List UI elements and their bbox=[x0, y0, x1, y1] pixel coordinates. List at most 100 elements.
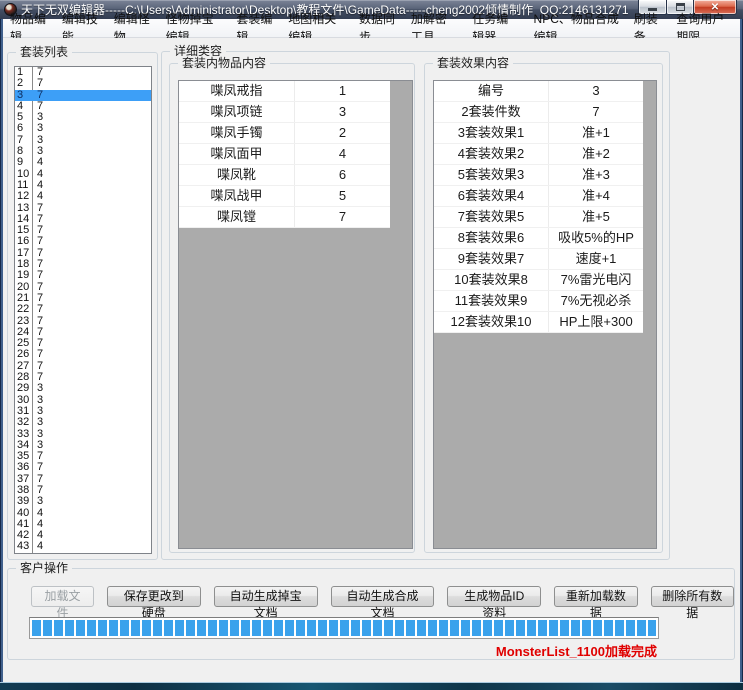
set-list-row[interactable]: 20 7 bbox=[15, 282, 151, 293]
set-list-row[interactable]: 34 3 bbox=[15, 440, 151, 451]
set-id: 2 bbox=[15, 78, 33, 89]
set-list-row[interactable]: 30 3 bbox=[15, 395, 151, 406]
set-items-group-label: 套装内物品内容 bbox=[178, 56, 270, 70]
operation-button[interactable]: 删除所有数据 bbox=[651, 586, 734, 607]
set-list-row[interactable]: 14 7 bbox=[15, 214, 151, 225]
set-effects-group-label: 套装效果内容 bbox=[433, 56, 513, 70]
item-row[interactable]: 喋凤靴 6 bbox=[179, 165, 390, 186]
effect-row[interactable]: 编号 3 bbox=[434, 81, 643, 102]
effect-label: 12套装效果10 bbox=[434, 312, 549, 332]
set-list-row[interactable]: 8 3 bbox=[15, 146, 151, 157]
effect-row[interactable]: 12套装效果10 HP上限+300 bbox=[434, 312, 643, 333]
set-list-row[interactable]: 3 7 bbox=[15, 90, 151, 101]
set-list-row[interactable]: 5 3 bbox=[15, 112, 151, 123]
set-list-group: 套装列表 1 7 2 7 3 7 bbox=[7, 52, 158, 560]
set-list-row[interactable]: 23 7 bbox=[15, 316, 151, 327]
set-list-row[interactable]: 41 4 bbox=[15, 519, 151, 530]
effect-row[interactable]: 8套装效果6 吸收5%的HP bbox=[434, 228, 643, 249]
item-row[interactable]: 喋凤手镯 2 bbox=[179, 123, 390, 144]
set-list-group-label: 套装列表 bbox=[16, 45, 72, 59]
set-list-row[interactable]: 22 7 bbox=[15, 304, 151, 315]
operation-button[interactable]: 重新加载数据 bbox=[554, 586, 637, 607]
effect-value: HP上限+300 bbox=[549, 312, 643, 332]
set-list-row[interactable]: 7 3 bbox=[15, 135, 151, 146]
set-list-row[interactable]: 2 7 bbox=[15, 78, 151, 89]
set-list-row[interactable]: 18 7 bbox=[15, 259, 151, 270]
set-id: 12 bbox=[15, 191, 33, 202]
item-slot-value: 7 bbox=[295, 207, 390, 227]
item-row[interactable]: 喋凤镗 7 bbox=[179, 207, 390, 228]
set-list-row[interactable]: 15 7 bbox=[15, 225, 151, 236]
client-operations-group: 客户操作 加载文件 保存更改到硬盘 自动生成掉宝文档 自动生成合成文档 生成物品… bbox=[7, 568, 735, 660]
operation-button[interactable]: 自动生成合成文档 bbox=[331, 586, 435, 607]
set-list-row[interactable]: 43 4 bbox=[15, 541, 151, 552]
effect-row[interactable]: 7套装效果5 准+5 bbox=[434, 207, 643, 228]
set-list-row[interactable]: 17 7 bbox=[15, 248, 151, 259]
set-list-row[interactable]: 19 7 bbox=[15, 270, 151, 281]
set-list-row[interactable]: 35 7 bbox=[15, 451, 151, 462]
set-list-row[interactable]: 32 3 bbox=[15, 417, 151, 428]
set-list-row[interactable]: 37 7 bbox=[15, 474, 151, 485]
set-piece-count: 4 bbox=[33, 541, 43, 552]
effect-row[interactable]: 3套装效果1 准+1 bbox=[434, 123, 643, 144]
effect-row[interactable]: 4套装效果2 准+2 bbox=[434, 144, 643, 165]
set-list-row[interactable]: 10 4 bbox=[15, 169, 151, 180]
item-row[interactable]: 喋凤戒指 1 bbox=[179, 81, 390, 102]
effect-value: 准+4 bbox=[549, 186, 643, 206]
set-list-row[interactable]: 4 7 bbox=[15, 101, 151, 112]
set-list-row[interactable]: 29 3 bbox=[15, 383, 151, 394]
set-list-row[interactable]: 12 4 bbox=[15, 191, 151, 202]
set-effects-table[interactable]: 编号 3 2套装件数 7 3套装效果1 准+1 bbox=[433, 80, 657, 549]
operation-button[interactable]: 保存更改到硬盘 bbox=[107, 586, 201, 607]
item-row[interactable]: 喋凤面甲 4 bbox=[179, 144, 390, 165]
set-effects-group: 套装效果内容 编号 3 2套装件数 7 bbox=[424, 63, 663, 553]
effect-row[interactable]: 2套装件数 7 bbox=[434, 102, 643, 123]
set-id: 43 bbox=[15, 541, 33, 552]
operation-button[interactable]: 自动生成掉宝文档 bbox=[214, 586, 318, 607]
operation-button[interactable]: 生成物品ID资料 bbox=[447, 586, 541, 607]
set-list-row[interactable]: 9 4 bbox=[15, 157, 151, 168]
effect-value: 7 bbox=[549, 102, 643, 122]
set-list-row[interactable]: 24 7 bbox=[15, 327, 151, 338]
set-list-row[interactable]: 6 3 bbox=[15, 123, 151, 134]
progress-bar bbox=[29, 617, 659, 639]
set-list-row[interactable]: 40 4 bbox=[15, 508, 151, 519]
set-list-row[interactable]: 33 3 bbox=[15, 429, 151, 440]
set-id: 36 bbox=[15, 462, 33, 473]
client-area: 套装列表 1 7 2 7 3 7 bbox=[3, 38, 740, 683]
progress-fill bbox=[32, 620, 656, 636]
set-items-table[interactable]: 喋凤戒指 1 喋凤项链 3 喋凤手镯 2 bbox=[178, 80, 413, 549]
set-list-row[interactable]: 26 7 bbox=[15, 349, 151, 360]
set-list-row[interactable]: 21 7 bbox=[15, 293, 151, 304]
effect-row[interactable]: 5套装效果3 准+3 bbox=[434, 165, 643, 186]
operation-button[interactable]: 加载文件 bbox=[31, 586, 94, 607]
item-row[interactable]: 喋凤战甲 5 bbox=[179, 186, 390, 207]
effect-value: 吸收5%的HP bbox=[549, 228, 643, 248]
set-list-row[interactable]: 36 7 bbox=[15, 462, 151, 473]
set-list-row[interactable]: 28 7 bbox=[15, 372, 151, 383]
operation-buttons: 加载文件 保存更改到硬盘 自动生成掉宝文档 自动生成合成文档 生成物品ID资料 … bbox=[31, 586, 734, 607]
set-items-group: 套装内物品内容 喋凤戒指 1 喋凤项链 3 bbox=[169, 63, 415, 553]
effect-row[interactable]: 10套装效果8 7%雷光电闪 bbox=[434, 270, 643, 291]
set-id: 22 bbox=[15, 304, 33, 315]
set-piece-count: 7 bbox=[33, 270, 43, 281]
set-list-row[interactable]: 13 7 bbox=[15, 203, 151, 214]
item-row[interactable]: 喋凤项链 3 bbox=[179, 102, 390, 123]
effect-row[interactable]: 11套装效果9 7%无视必杀 bbox=[434, 291, 643, 312]
effect-label: 4套装效果2 bbox=[434, 144, 549, 164]
effect-row[interactable]: 6套装效果4 准+4 bbox=[434, 186, 643, 207]
set-list-row[interactable]: 39 3 bbox=[15, 496, 151, 507]
set-list-row[interactable]: 1 7 bbox=[15, 67, 151, 78]
set-list-row[interactable]: 25 7 bbox=[15, 338, 151, 349]
effect-row[interactable]: 9套装效果7 速度+1 bbox=[434, 249, 643, 270]
set-list-row[interactable]: 27 7 bbox=[15, 361, 151, 372]
set-list-row[interactable]: 16 7 bbox=[15, 236, 151, 247]
item-name: 喋凤戒指 bbox=[179, 81, 295, 101]
set-list-row[interactable]: 31 3 bbox=[15, 406, 151, 417]
set-list-row[interactable]: 38 7 bbox=[15, 485, 151, 496]
set-list-row[interactable]: 11 4 bbox=[15, 180, 151, 191]
set-list-row[interactable]: 42 4 bbox=[15, 530, 151, 541]
set-piece-count: 7 bbox=[33, 78, 43, 89]
set-list[interactable]: 1 7 2 7 3 7 4 7 bbox=[14, 66, 152, 554]
item-slot-value: 5 bbox=[295, 186, 390, 206]
